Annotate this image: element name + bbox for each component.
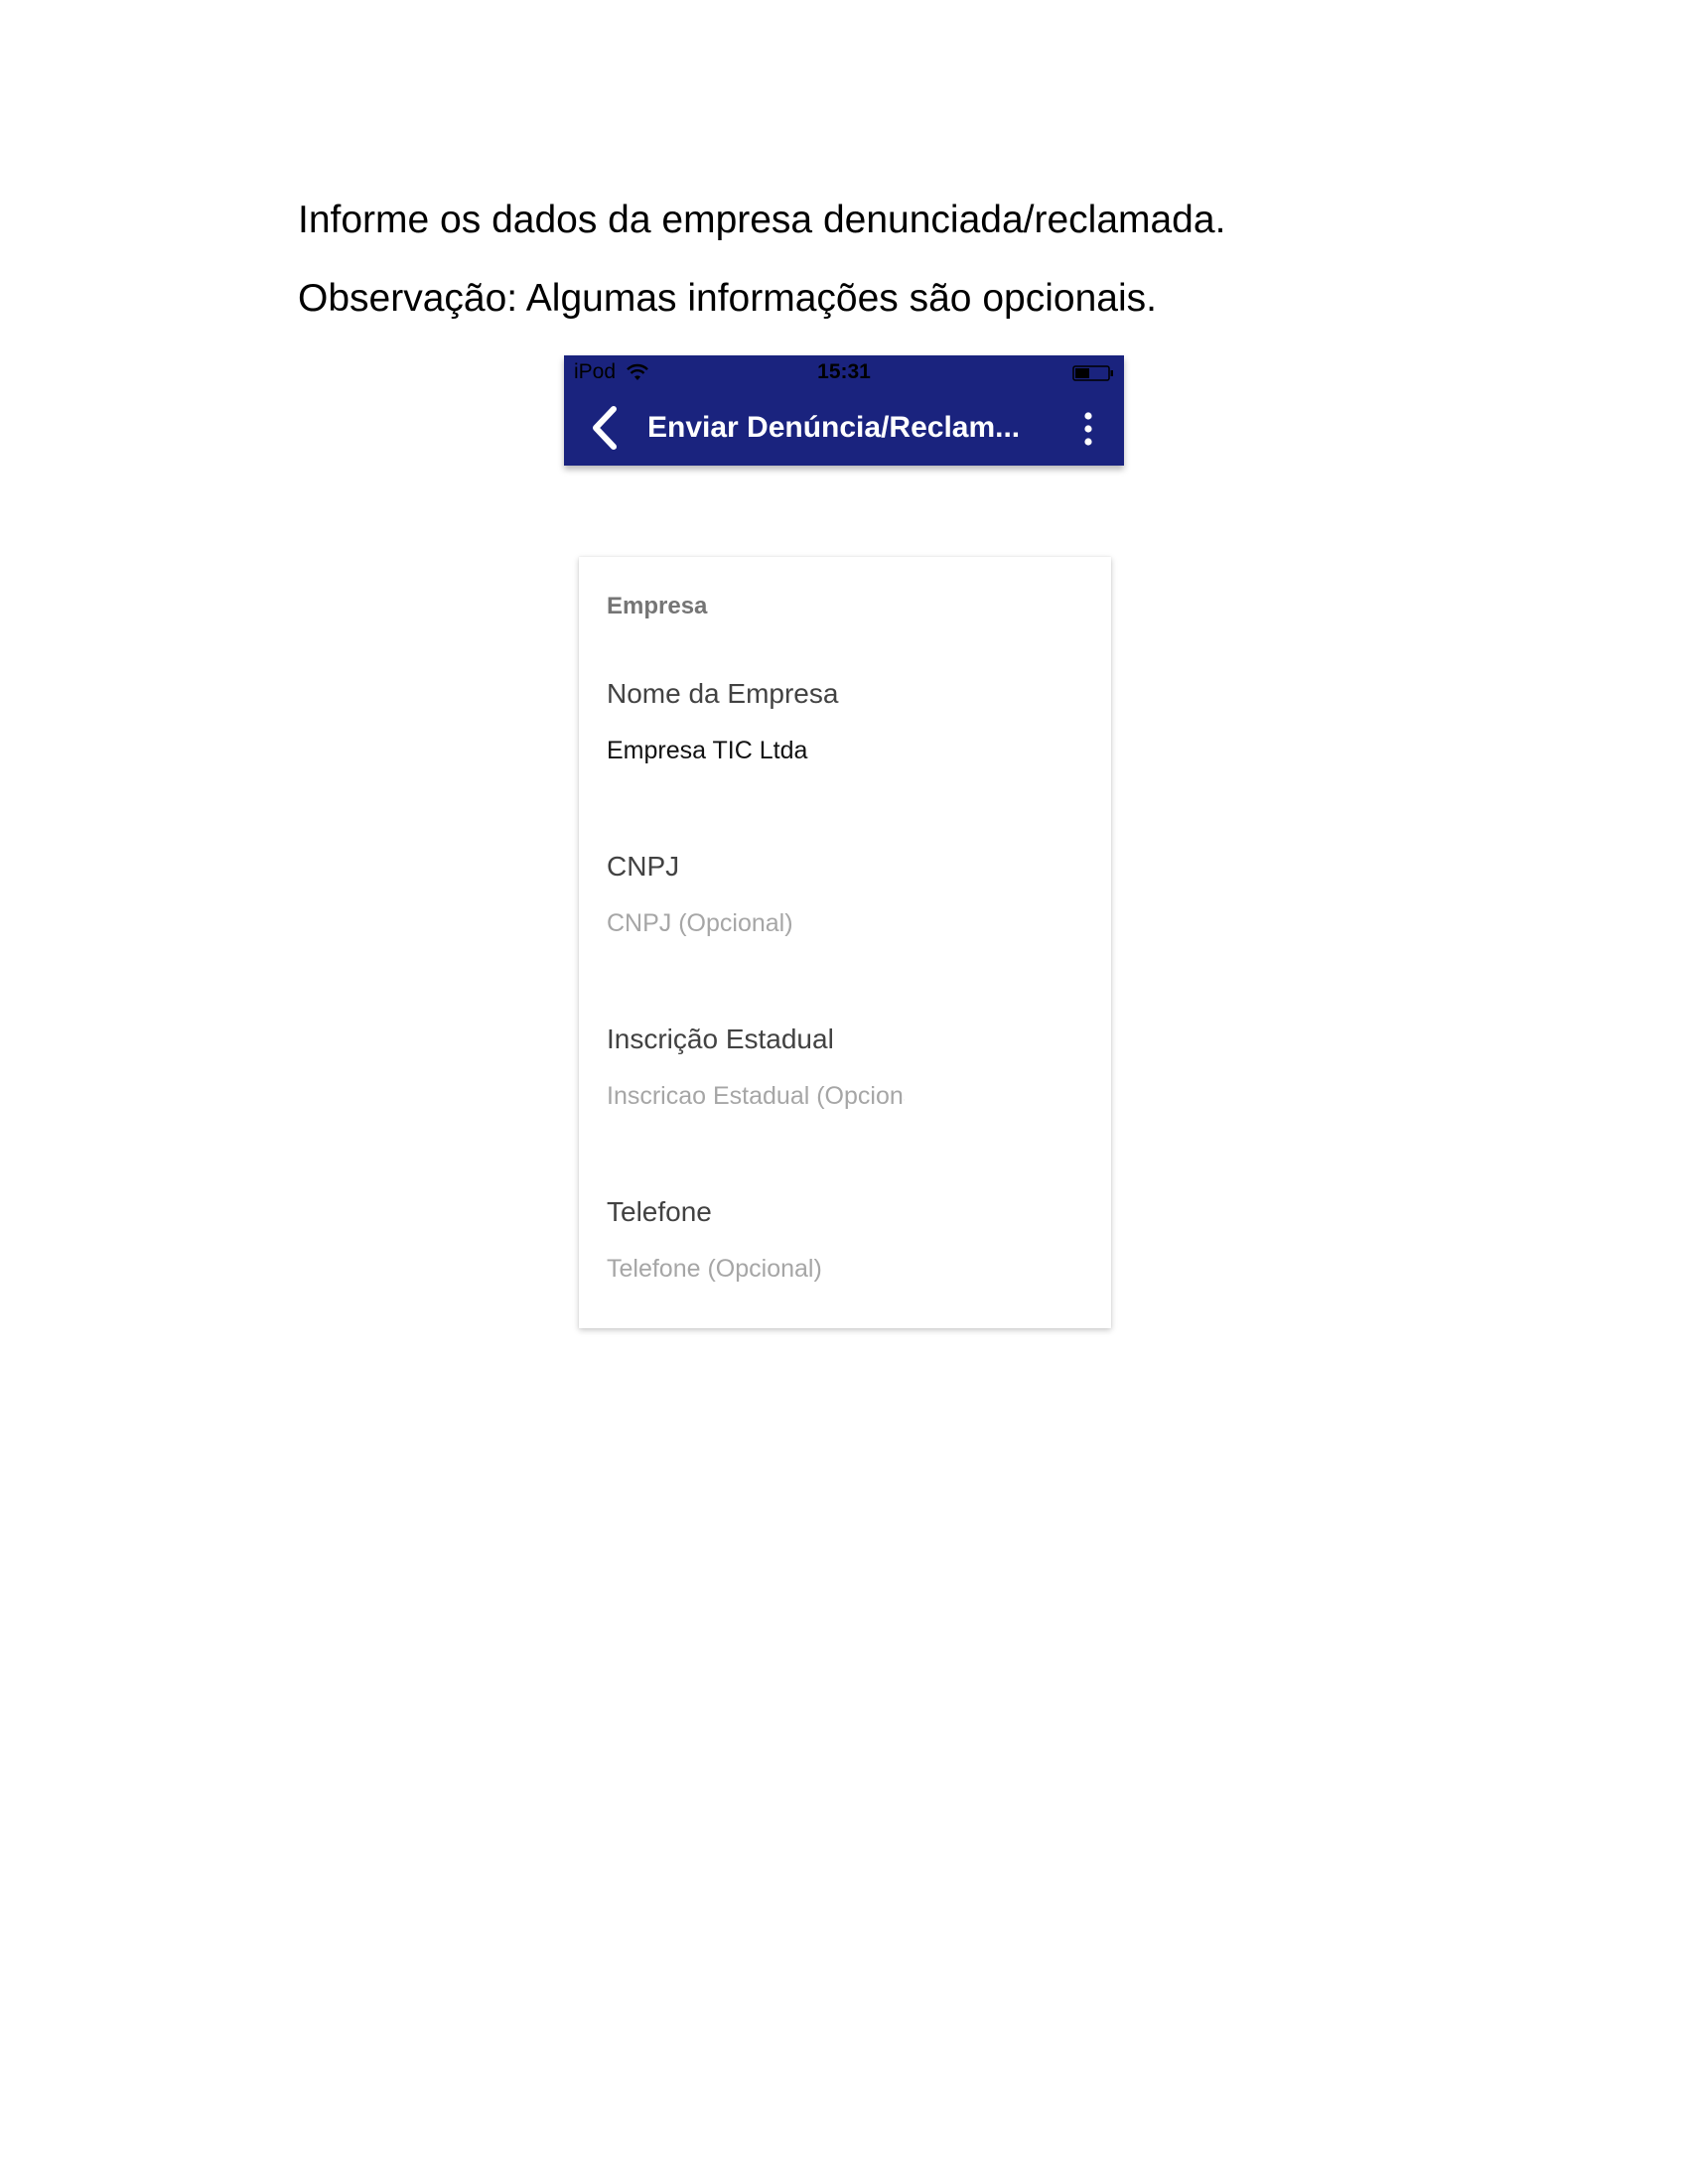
cnpj-field: CNPJ [607,849,1083,940]
app-header: iPod 15:31 Enviar Denúncia/Reclam... [564,355,1124,466]
status-bar: iPod 15:31 [564,355,1124,389]
battery-icon [1072,365,1113,381]
cnpj-label: CNPJ [607,851,680,882]
state-registration-field: Inscrição Estadual [607,1022,1083,1113]
company-name-label: Nome da Empresa [607,678,839,709]
more-vertical-icon[interactable] [1082,411,1094,447]
state-registration-label: Inscrição Estadual [607,1024,834,1054]
page-title: Enviar Denúncia/Reclam... [647,411,1021,444]
company-form-card: Empresa Nome da Empresa CNPJ Inscrição E… [579,557,1111,1328]
chevron-left-icon[interactable] [588,403,624,453]
phone-label: Telefone [607,1196,712,1227]
phone-input[interactable] [607,1252,905,1286]
intro-instruction: Informe os dados da empresa denunciada/r… [298,199,1226,241]
status-time: 15:31 [817,360,871,383]
phone-field: Telefone [607,1194,1083,1286]
company-name-field: Nome da Empresa [607,676,1083,767]
state-registration-input[interactable] [607,1079,905,1113]
intro-observation: Observação: Algumas informações são opci… [298,277,1157,320]
card-header: Empresa [607,593,708,619]
company-name-input[interactable] [607,734,905,767]
cnpj-input[interactable] [607,906,905,940]
